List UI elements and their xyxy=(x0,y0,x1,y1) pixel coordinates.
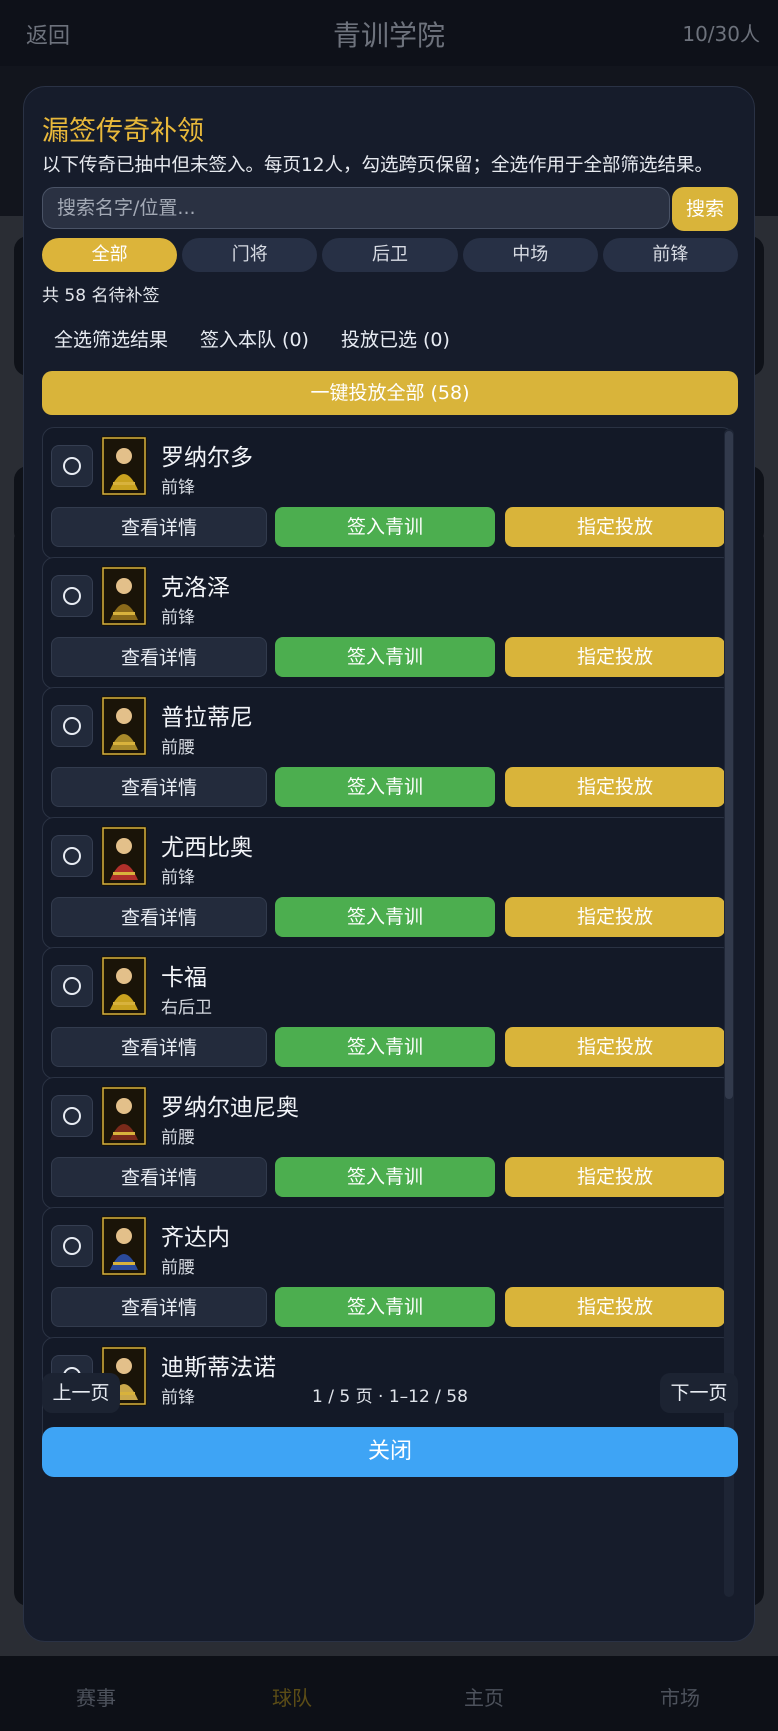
player-card-image xyxy=(101,696,147,756)
view-details-button[interactable]: 查看详情 xyxy=(51,1157,267,1197)
player-card-image xyxy=(101,1086,147,1146)
select-checkbox[interactable] xyxy=(51,835,93,877)
search-button[interactable]: 搜索 xyxy=(672,187,738,231)
player-name: 罗纳尔迪尼奥 xyxy=(161,1095,299,1121)
filter-defender[interactable]: 后卫 xyxy=(322,238,458,272)
player-card: 尤西比奥前锋查看详情 签入青训 指定投放 xyxy=(42,817,734,949)
player-position: 前锋 xyxy=(161,868,195,888)
search-input[interactable] xyxy=(42,187,670,229)
nav-market[interactable]: 市场 xyxy=(620,1682,740,1711)
nav-team[interactable]: 球队 xyxy=(232,1682,352,1711)
select-all-button[interactable]: 全选筛选结果 xyxy=(54,325,168,352)
sign-academy-button[interactable]: 签入青训 xyxy=(275,897,495,937)
sign-academy-button[interactable]: 签入青训 xyxy=(275,767,495,807)
assign-release-button[interactable]: 指定投放 xyxy=(505,1287,725,1327)
player-name: 尤西比奥 xyxy=(161,835,253,861)
player-card-image xyxy=(101,566,147,626)
sign-academy-button[interactable]: 签入青训 xyxy=(275,507,495,547)
player-name: 克洛泽 xyxy=(161,575,230,601)
next-page-button[interactable]: 下一页 xyxy=(660,1373,738,1413)
player-name: 卡福 xyxy=(161,965,207,991)
sign-selected-button[interactable]: 签入本队 (0) xyxy=(200,325,309,352)
page-info: 1 / 5 页 · 1–12 / 58 xyxy=(312,1387,468,1407)
modal-title: 漏签传奇补领 xyxy=(42,116,204,147)
player-list[interactable]: 罗纳尔多 前锋 查看详情 签入青训 指定投放 克洛泽 前锋 查看详情 签入青训 指定投放 普拉蒂尼前… xyxy=(42,427,738,1601)
assign-release-button[interactable]: 指定投放 xyxy=(505,1027,725,1067)
member-count: 10/30人 xyxy=(682,22,760,46)
filter-midfielder[interactable]: 中场 xyxy=(462,238,598,272)
view-details-button[interactable]: 查看详情 xyxy=(51,767,267,807)
filter-forward[interactable]: 前锋 xyxy=(602,238,739,272)
player-position: 前锋 xyxy=(161,478,195,498)
modal-description: 以下传奇已抽中但未签入。每页12人，勾选跨页保留；全选作用于全部筛选结果。 xyxy=(42,155,714,176)
bottom-nav: 赛事 球队 主页 市场 xyxy=(0,1656,778,1731)
total-count: 共 58 名待补签 xyxy=(42,286,160,306)
missed-legends-modal: 漏签传奇补领 以下传奇已抽中但未签入。每页12人，勾选跨页保留；全选作用于全部筛… xyxy=(23,86,755,1642)
filter-all[interactable]: 全部 xyxy=(42,238,178,272)
assign-release-button[interactable]: 指定投放 xyxy=(505,507,725,547)
top-bar: 返回 青训学院 10/30人 xyxy=(0,0,778,66)
player-card: 卡福右后卫查看详情 签入青训 指定投放 xyxy=(42,947,734,1079)
select-checkbox[interactable] xyxy=(51,965,93,1007)
sign-academy-button[interactable]: 签入青训 xyxy=(275,637,495,677)
player-name: 普拉蒂尼 xyxy=(161,705,253,731)
position-filters: 全部 门将 后卫 中场 前锋 xyxy=(42,238,739,272)
filter-goalkeeper[interactable]: 门将 xyxy=(182,238,318,272)
sign-academy-button[interactable]: 签入青训 xyxy=(275,1287,495,1327)
select-checkbox[interactable] xyxy=(51,705,93,747)
player-position: 右后卫 xyxy=(161,998,212,1018)
player-card: 罗纳尔迪尼奥前腰查看详情 签入青训 指定投放 xyxy=(42,1077,734,1209)
player-position: 前腰 xyxy=(161,1128,195,1148)
view-details-button[interactable]: 查看详情 xyxy=(51,637,267,677)
scrollbar-thumb[interactable] xyxy=(725,431,733,1099)
player-card: 齐达内前腰查看详情 签入青训 指定投放 xyxy=(42,1207,734,1339)
sign-academy-button[interactable]: 签入青训 xyxy=(275,1027,495,1067)
assign-release-button[interactable]: 指定投放 xyxy=(505,767,725,807)
player-position: 前锋 xyxy=(161,608,195,628)
player-position: 前腰 xyxy=(161,738,195,758)
view-details-button[interactable]: 查看详情 xyxy=(51,507,267,547)
player-card: 克洛泽前锋查看详情 签入青训 指定投放 xyxy=(42,557,734,689)
nav-events[interactable]: 赛事 xyxy=(36,1682,156,1711)
assign-release-button[interactable]: 指定投放 xyxy=(505,637,725,677)
select-checkbox[interactable] xyxy=(51,445,93,487)
player-card-image xyxy=(101,1216,147,1276)
pagination: 上一页 1 / 5 页 · 1–12 / 58 下一页 xyxy=(42,1373,738,1413)
player-card: 普拉蒂尼前腰查看详情 签入青训 指定投放 xyxy=(42,687,734,819)
player-card-image xyxy=(101,826,147,886)
release-selected-button[interactable]: 投放已选 (0) xyxy=(341,325,450,352)
view-details-button[interactable]: 查看详情 xyxy=(51,897,267,937)
nav-home[interactable]: 主页 xyxy=(424,1682,544,1711)
view-details-button[interactable]: 查看详情 xyxy=(51,1027,267,1067)
bulk-actions: 全选筛选结果 签入本队 (0) 投放已选 (0) xyxy=(54,325,450,352)
assign-release-button[interactable]: 指定投放 xyxy=(505,897,725,937)
player-name: 齐达内 xyxy=(161,1225,230,1251)
select-checkbox[interactable] xyxy=(51,1225,93,1267)
select-checkbox[interactable] xyxy=(51,575,93,617)
view-details-button[interactable]: 查看详情 xyxy=(51,1287,267,1327)
player-card: 罗纳尔多前锋查看详情 签入青训 指定投放 xyxy=(42,427,734,559)
sign-academy-button[interactable]: 签入青训 xyxy=(275,1157,495,1197)
release-all-button[interactable]: 一键投放全部 (58) xyxy=(42,371,738,415)
player-position: 前腰 xyxy=(161,1258,195,1278)
player-card-image xyxy=(101,956,147,1016)
player-card-image xyxy=(101,436,147,496)
page-title: 青训学院 xyxy=(332,19,445,52)
close-button[interactable]: 关闭 xyxy=(42,1427,738,1477)
assign-release-button[interactable]: 指定投放 xyxy=(505,1157,725,1197)
select-checkbox[interactable] xyxy=(51,1095,93,1137)
player-name: 罗纳尔多 xyxy=(161,445,253,471)
